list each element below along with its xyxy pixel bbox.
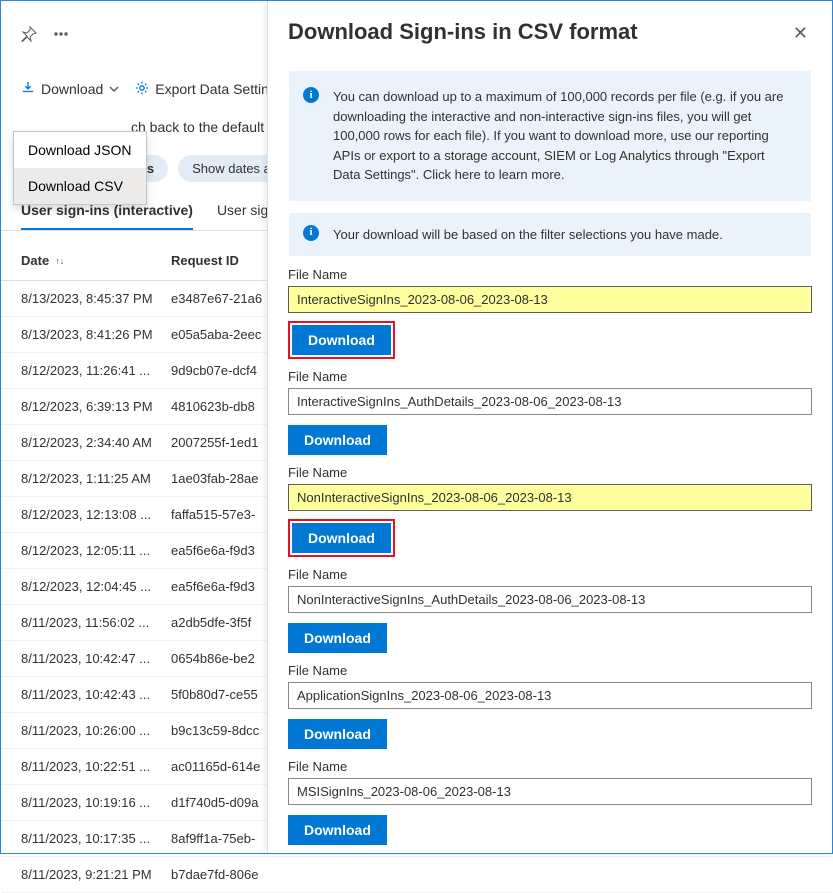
panel-title: Download Sign-ins in CSV format	[288, 19, 638, 45]
pin-icon[interactable]	[21, 26, 37, 47]
file-name-label: File Name	[288, 465, 812, 480]
download-dropdown: Download JSON Download CSV	[13, 131, 147, 205]
download-button[interactable]: Download	[288, 719, 387, 749]
file-name-label: File Name	[288, 369, 812, 384]
download-json-item[interactable]: Download JSON	[14, 132, 146, 168]
info-max-records: i You can download up to a maximum of 10…	[288, 70, 812, 202]
tab-interactive[interactable]: User sign-ins (interactive)	[21, 202, 193, 230]
file-name-label: File Name	[288, 267, 812, 282]
file-group: File Name Download	[288, 663, 812, 749]
highlighted-download: Download	[288, 519, 395, 557]
file-group: File Name Download	[288, 759, 812, 845]
highlighted-download: Download	[288, 321, 395, 359]
chevron-down-icon	[109, 84, 119, 94]
file-name-label: File Name	[288, 567, 812, 582]
file-group: File Name Download	[288, 465, 812, 557]
table-row[interactable]: 8/11/2023, 9:21:21 PMb7dae7fd-806e	[1, 857, 832, 893]
info-filter-based: i Your download will be based on the fil…	[288, 212, 812, 258]
download-button[interactable]: Download	[288, 815, 387, 845]
gear-icon	[135, 81, 149, 98]
download-csv-item[interactable]: Download CSV	[14, 168, 146, 204]
file-name-label: File Name	[288, 759, 812, 774]
file-group: File Name Download	[288, 267, 812, 359]
close-icon[interactable]: ✕	[789, 19, 812, 48]
col-date-header[interactable]: Date ↑↓	[21, 253, 171, 268]
more-icon[interactable]	[53, 26, 69, 47]
download-menu-label: Download	[41, 81, 103, 97]
file-name-input[interactable]	[288, 484, 812, 511]
info-icon: i	[303, 225, 319, 241]
download-csv-panel: Download Sign-ins in CSV format ✕ i You …	[267, 1, 832, 853]
download-button[interactable]: Download	[288, 623, 387, 653]
file-group: File Name Download	[288, 369, 812, 455]
export-settings-button[interactable]: Export Data Settings	[135, 81, 283, 98]
file-name-input[interactable]	[288, 778, 812, 805]
download-button[interactable]: Download	[288, 425, 387, 455]
file-group: File Name Download	[288, 567, 812, 653]
file-name-input[interactable]	[288, 286, 812, 313]
download-button[interactable]: Download	[292, 325, 391, 355]
download-menu-button[interactable]: Download	[21, 81, 119, 98]
file-name-input[interactable]	[288, 682, 812, 709]
download-icon	[21, 81, 35, 98]
file-name-input[interactable]	[288, 388, 812, 415]
file-name-label: File Name	[288, 663, 812, 678]
download-button[interactable]: Download	[292, 523, 391, 553]
file-name-input[interactable]	[288, 586, 812, 613]
info-icon: i	[303, 87, 319, 103]
sort-icon: ↑↓	[55, 258, 64, 264]
export-settings-label: Export Data Settings	[155, 81, 283, 97]
